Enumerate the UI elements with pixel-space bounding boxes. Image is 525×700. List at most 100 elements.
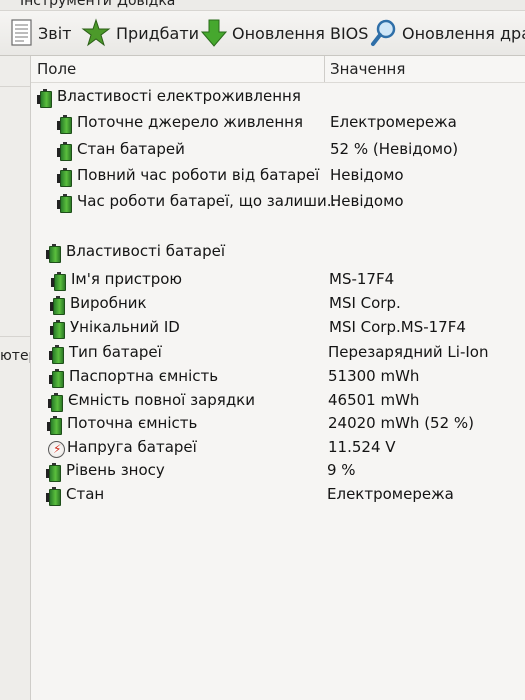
nav-divider — [0, 86, 30, 87]
property-value: Перезарядний Li-Ion — [328, 343, 489, 361]
menu-help[interactable]: Довідка — [117, 0, 175, 9]
report-icon — [10, 19, 34, 47]
column-divider[interactable] — [324, 56, 325, 82]
property-row[interactable]: Ємність повної зарядки 46501 mWh — [31, 390, 525, 412]
buy-button-label: Придбати — [116, 23, 200, 43]
group-title: Властивості електроживлення — [57, 87, 301, 105]
property-value: 24020 mWh (52 %) — [328, 414, 475, 432]
battery-icon — [57, 167, 73, 187]
battery-icon — [46, 462, 62, 482]
lightning-icon: ⚡ — [53, 442, 62, 456]
property-field: Напруга батареї — [67, 438, 197, 456]
toolbar: Звіт Придбати Оновлення BIOS Оновлення д… — [0, 11, 525, 56]
battery-icon-body — [49, 463, 61, 482]
properties-list[interactable]: Поле Значення Властивості електроживленн… — [31, 56, 525, 700]
battery-icon-body — [53, 320, 65, 339]
app-window: Інструменти Довідка Звіт Придбати Оновле… — [0, 0, 525, 700]
driver-update-button[interactable]: Оновлення драй — [370, 17, 525, 49]
driver-update-label: Оновлення драй — [402, 23, 525, 43]
property-field: Поточна ємність — [67, 414, 198, 432]
report-button-label: Звіт — [38, 23, 72, 43]
battery-icon — [46, 486, 62, 506]
battery-icon — [49, 344, 65, 364]
property-row[interactable]: Повний час роботи від батареї Невідомо — [31, 165, 525, 187]
column-header-value[interactable]: Значення — [330, 60, 405, 78]
property-field: Виробник — [70, 294, 147, 312]
battery-icon-body — [52, 345, 64, 364]
nav-divider — [0, 336, 30, 337]
property-value: Електромережа — [330, 113, 457, 131]
navigation-pane[interactable]: ютер — [0, 56, 31, 700]
menu-bar: Інструменти Довідка — [0, 0, 525, 11]
property-field: Час роботи батареї, що залиши... — [77, 192, 342, 210]
property-value: 52 % (Невідомо) — [330, 140, 459, 158]
property-row[interactable]: Час роботи батареї, що залиши... Невідомо — [31, 191, 525, 213]
bios-update-label: Оновлення BIOS — [232, 23, 369, 43]
magnifier-icon — [370, 18, 398, 48]
property-field: Паспортна ємність — [69, 367, 219, 385]
buy-button[interactable]: Придбати — [80, 17, 199, 49]
property-row[interactable]: Унікальний ID MSI Corp.MS-17F4 — [31, 317, 525, 339]
battery-icon-body — [60, 115, 72, 134]
report-button[interactable]: Звіт — [10, 17, 71, 49]
property-value: Невідомо — [330, 192, 404, 210]
battery-icon — [49, 368, 65, 388]
property-row[interactable]: Паспортна ємність 51300 mWh — [31, 366, 525, 388]
property-row[interactable]: Поточне джерело живлення Електромережа — [31, 112, 525, 134]
battery-icon — [50, 319, 66, 339]
property-row[interactable]: ⚡ Напруга батареї 11.524 V — [31, 437, 525, 459]
battery-icon-body — [49, 487, 61, 506]
property-field: Рівень зносу — [66, 461, 165, 479]
battery-icon-body — [40, 89, 52, 108]
battery-icon — [37, 88, 53, 108]
property-row[interactable]: Стан Електромережа — [31, 484, 525, 506]
property-value: MS-17F4 — [329, 270, 395, 288]
property-value: Електромережа — [327, 485, 454, 503]
property-row[interactable]: Стан батарей 52 % (Невідомо) — [31, 139, 525, 161]
property-value: 51300 mWh — [328, 367, 420, 385]
property-value: 11.524 V — [328, 438, 396, 456]
battery-icon-body — [60, 194, 72, 213]
battery-icon-body — [49, 244, 61, 263]
property-field: Поточне джерело живлення — [77, 113, 303, 131]
property-value: MSI Corp.MS-17F4 — [329, 318, 466, 336]
property-field: Ємність повної зарядки — [68, 391, 255, 409]
column-header-field[interactable]: Поле — [37, 60, 76, 78]
battery-icon-body — [53, 296, 65, 315]
battery-icon — [51, 271, 67, 291]
voltage-icon-circle: ⚡ — [48, 441, 65, 458]
property-field: Тип батареї — [69, 343, 162, 361]
voltage-icon: ⚡ — [47, 439, 65, 458]
property-row[interactable]: Поточна ємність 24020 mWh (52 %) — [31, 413, 525, 435]
battery-icon — [57, 114, 73, 134]
property-row[interactable]: Рівень зносу 9 % — [31, 460, 525, 482]
download-arrow-icon — [200, 18, 228, 48]
list-header: Поле Значення — [31, 56, 525, 83]
property-value: Невідомо — [330, 166, 404, 184]
battery-icon — [48, 392, 64, 412]
battery-icon — [46, 243, 62, 263]
property-row[interactable]: Тип батареї Перезарядний Li-Ion — [31, 342, 525, 364]
battery-icon — [57, 193, 73, 213]
battery-icon — [50, 295, 66, 315]
battery-icon — [57, 141, 73, 161]
property-row[interactable]: Виробник MSI Corp. — [31, 293, 525, 315]
property-field: Ім'я пристрою — [71, 270, 183, 288]
battery-icon-body — [51, 393, 63, 412]
battery-icon-body — [60, 168, 72, 187]
battery-icon-body — [54, 272, 66, 291]
property-field: Стан батарей — [77, 140, 185, 158]
group-header[interactable]: Властивості батареї — [31, 241, 525, 263]
nav-item-computer-partial[interactable]: ютер — [0, 348, 30, 364]
group-header[interactable]: Властивості електроживлення — [31, 86, 525, 108]
property-value: 46501 mWh — [328, 391, 420, 409]
bios-update-button[interactable]: Оновлення BIOS — [200, 17, 368, 49]
property-field: Унікальний ID — [70, 318, 180, 336]
property-field: Стан — [66, 485, 105, 503]
battery-icon-body — [50, 416, 62, 435]
property-value: MSI Corp. — [329, 294, 401, 312]
property-value: 9 % — [327, 461, 356, 479]
menu-tools[interactable]: Інструменти — [20, 0, 112, 9]
battery-icon-body — [52, 369, 64, 388]
property-row[interactable]: Ім'я пристрою MS-17F4 — [31, 269, 525, 291]
